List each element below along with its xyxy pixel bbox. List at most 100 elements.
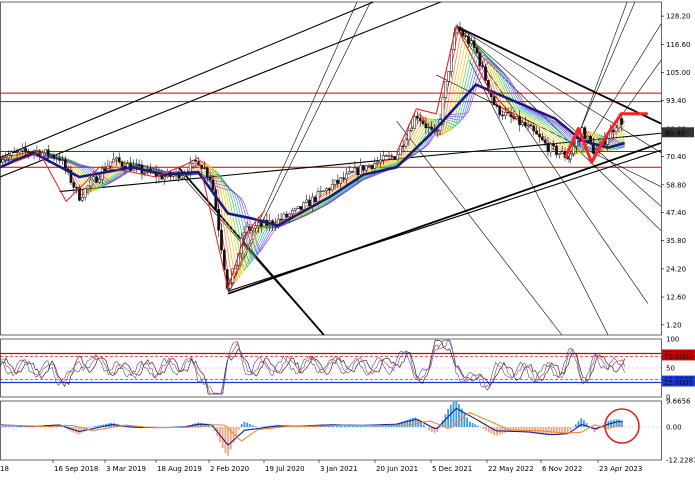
candle-body [115, 157, 118, 160]
candle-body [299, 206, 303, 210]
candle [478, 50, 482, 71]
candle-body [370, 165, 374, 169]
candle-body [364, 165, 368, 171]
candle [475, 46, 479, 55]
candle-body [217, 209, 220, 231]
candle-body [376, 161, 379, 164]
x-axis-label: 20 Jun 2021 [376, 465, 418, 473]
candle-body [80, 196, 84, 201]
price-axis-label: 128.20 [666, 13, 691, 21]
candle-body [518, 116, 521, 126]
candle-body [285, 213, 289, 218]
candle-body [427, 126, 431, 129]
x-axis-label: 22 May 2022 [488, 465, 534, 473]
candle-body [259, 222, 263, 227]
candle-body [461, 30, 465, 36]
candle-body [526, 124, 530, 127]
candle-body [0, 157, 2, 163]
candle-body [12, 151, 16, 154]
macd-histogram-bar [555, 427, 558, 435]
candle-body [328, 188, 331, 191]
candle-body [413, 116, 416, 129]
candle-body [555, 145, 558, 155]
candle-body [347, 171, 351, 175]
candle-body [180, 175, 184, 179]
candle [322, 190, 326, 192]
candle-body [35, 150, 39, 152]
macd-histogram-bar [525, 427, 528, 432]
candle-body [529, 124, 533, 127]
candle [220, 223, 223, 254]
x-axis-label: 2018 [0, 465, 9, 473]
candle [308, 195, 311, 207]
macd-histogram-bar [414, 417, 417, 428]
macd-histogram-bar [246, 422, 249, 428]
candle-body [308, 199, 311, 207]
candle-body [481, 65, 485, 68]
macd-histogram-bar [593, 427, 596, 433]
candle-body [447, 71, 450, 82]
macd-histogram-bar [566, 427, 569, 433]
candle-body [251, 227, 255, 231]
candle-body [521, 122, 524, 126]
candle-body [407, 130, 411, 141]
candle-body [52, 154, 56, 159]
candle-body [291, 210, 294, 215]
candle-body [467, 35, 470, 45]
candle-body [444, 81, 448, 98]
candle-body [424, 123, 428, 129]
candle [557, 153, 561, 159]
candle-body [504, 111, 507, 117]
candle [583, 125, 587, 139]
candle-body [112, 158, 115, 163]
macd-histogram-bar [20, 426, 23, 428]
macd-histogram-bar [235, 427, 238, 437]
candle-body [557, 153, 561, 155]
ma-ribbon-line [0, 28, 625, 290]
candle-body [506, 111, 510, 114]
candle-body [117, 157, 121, 163]
candle-body [339, 177, 343, 184]
candle [134, 158, 138, 174]
candle-body [492, 96, 496, 106]
macd-histogram-bar [227, 427, 230, 456]
candle [293, 207, 297, 213]
candle-body [583, 127, 587, 139]
candle-body [257, 222, 260, 226]
candle [129, 156, 132, 172]
candle-body [322, 190, 326, 192]
candle-body [435, 130, 439, 132]
macd-histogram-bar [583, 420, 585, 428]
price-panel-frame [0, 1, 662, 336]
candle-body [540, 136, 544, 141]
candle-body [475, 47, 479, 54]
candle [421, 117, 425, 126]
candle-body [421, 120, 425, 124]
candle-body [296, 206, 300, 209]
candle [61, 155, 64, 166]
candle-body [279, 218, 283, 221]
macd-histogram-bar [126, 427, 129, 428]
candle-body [211, 179, 215, 191]
candle-body [44, 149, 47, 154]
candle-body [543, 139, 547, 144]
candle-body [83, 188, 87, 198]
ma-ribbon-line [0, 48, 625, 265]
candle-body [575, 138, 578, 147]
macd-histogram-bar [482, 427, 485, 430]
candle [410, 121, 414, 133]
macd-histogram-bar [523, 427, 526, 432]
price-panel: 128.20116.60105.0093.4081.8070.4058.8047… [0, 1, 694, 336]
candle-body [10, 151, 13, 156]
trend-line [0, 2, 375, 159]
candle-body [611, 129, 615, 133]
candle-body [515, 116, 519, 120]
candle-body [194, 160, 198, 162]
candle [521, 118, 524, 127]
chart-canvas[interactable]: 128.20116.60105.0093.4081.8070.4058.8047… [0, 0, 695, 480]
candle-body [353, 167, 357, 173]
macd-histogram-bar [411, 417, 414, 428]
oscillator-plot-area [0, 339, 661, 395]
macd-histogram-bar [422, 424, 425, 428]
macd-histogram-bar [409, 418, 411, 428]
